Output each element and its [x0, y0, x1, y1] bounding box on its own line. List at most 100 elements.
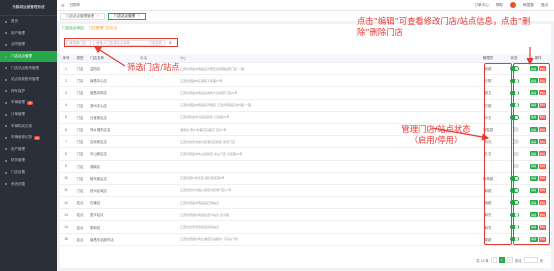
- delete-button[interactable]: 删除: [538, 66, 547, 72]
- sidebar-item[interactable]: 门店站点管理: [0, 50, 57, 63]
- status-toggle[interactable]: [509, 151, 519, 157]
- manage-store-link[interactable]: 门店管理门店站点: [89, 26, 118, 31]
- sidebar-item[interactable]: 系统设置: [0, 178, 57, 190]
- sidebar: 东鹤城运营管理系统 首页 用户管理 合同管理 门店站点管理 门店站点账号管理 站点收款账号…: [0, 0, 57, 271]
- status-toggle[interactable]: [509, 176, 519, 181]
- edit-button[interactable]: 编辑: [529, 200, 538, 206]
- delete-button[interactable]: 删除: [538, 200, 547, 206]
- delete-button[interactable]: 删除: [538, 175, 547, 181]
- cell-mgr: 韩超: [484, 188, 492, 193]
- tab-store-site[interactable]: 门店站点管理 ×: [108, 12, 147, 20]
- cell-operations: 编辑 删除: [525, 175, 551, 181]
- sidebar-item[interactable]: 门店站点账号管理: [0, 62, 57, 74]
- status-toggle[interactable]: [509, 127, 519, 132]
- status-toggle[interactable]: [509, 66, 519, 71]
- delete-button[interactable]: 删除: [538, 114, 547, 120]
- store-type-select[interactable]: 请选择门店: [66, 39, 91, 46]
- status-toggle[interactable]: [509, 236, 519, 242]
- delete-button[interactable]: 删除: [538, 224, 547, 230]
- page-1-button[interactable]: 1: [498, 257, 505, 263]
- cell-no: 5: [65, 115, 67, 120]
- tab-store-site-admin[interactable]: 门店站点管理管理 ×: [60, 12, 106, 20]
- pager-unit-label: 页: [539, 258, 543, 263]
- edit-button[interactable]: 编辑: [529, 224, 538, 230]
- sidebar-item[interactable]: 车辆维修记录 12: [0, 132, 57, 144]
- status-toggle[interactable]: [509, 163, 519, 169]
- delete-button[interactable]: 删除: [538, 163, 547, 169]
- sidebar-item[interactable]: 押车保护: [0, 86, 57, 98]
- sidebar-item[interactable]: 财务管理: [0, 155, 57, 167]
- edit-button[interactable]: 编辑: [529, 102, 538, 108]
- table-row: 10 门店 赣东新区店 江西省赣州市东区·赣东新区镇3号 胡林超 编辑 删除: [60, 173, 551, 185]
- edit-button[interactable]: 编辑: [529, 139, 538, 145]
- sidebar-item[interactable]: 站点收款账号管理: [0, 74, 57, 86]
- sidebar-item[interactable]: 用户管理: [0, 28, 57, 40]
- topbar-link-help[interactable]: 帮助: [496, 3, 503, 8]
- cell-type: 门店: [76, 91, 84, 96]
- edit-button[interactable]: 编辑: [529, 78, 538, 84]
- sidebar-item[interactable]: 门店设置: [0, 167, 57, 179]
- add-store-link[interactable]: 门店站点添加: [62, 26, 84, 31]
- search-icon[interactable]: ⌕: [169, 40, 172, 46]
- close-icon[interactable]: ×: [97, 14, 99, 18]
- prev-page-button[interactable]: ‹: [490, 257, 497, 263]
- cell-type: 站点: [76, 237, 84, 242]
- sidebar-item[interactable]: 车辆购买记录: [0, 120, 57, 132]
- status-toggle[interactable]: [509, 224, 519, 230]
- delete-button[interactable]: 删除: [538, 127, 547, 133]
- delete-button[interactable]: 删除: [538, 90, 547, 96]
- status-toggle[interactable]: [509, 212, 519, 218]
- sidebar-item-label: 订单管理: [11, 112, 25, 117]
- delete-button[interactable]: 删除: [538, 151, 547, 157]
- goto-page-input[interactable]: [523, 257, 538, 263]
- edit-button[interactable]: 编辑: [529, 114, 538, 120]
- edit-button[interactable]: 编辑: [529, 151, 538, 157]
- edit-button[interactable]: 编辑: [529, 212, 538, 218]
- topbar-username[interactable]: 韩国整: [523, 3, 534, 8]
- cell-status: [503, 236, 525, 242]
- delete-button[interactable]: 删除: [538, 187, 547, 193]
- delete-button[interactable]: 删除: [538, 102, 547, 108]
- logout-link[interactable]: 登出: [541, 3, 548, 8]
- cell-operations: 编辑 删除: [525, 163, 551, 169]
- cell-name: 南昌向阳店: [90, 91, 107, 96]
- cell-mgr: 中文: [484, 115, 492, 120]
- delete-button[interactable]: 删除: [538, 212, 547, 218]
- status-toggle[interactable]: [509, 102, 519, 108]
- avatar[interactable]: [510, 2, 517, 8]
- sidebar-item[interactable]: 订单管理: [0, 109, 57, 121]
- edit-button[interactable]: 编辑: [529, 163, 538, 169]
- status-toggle[interactable]: [509, 115, 519, 120]
- count-badge: 12: [27, 100, 34, 105]
- cell-no: 6: [65, 127, 67, 132]
- edit-button[interactable]: 编辑: [529, 236, 538, 242]
- sidebar-item[interactable]: 车辆管理 12: [0, 97, 57, 109]
- quick-links: 门店站点添加 门店管理门店站点: [62, 26, 117, 31]
- topbar-title: 已购车: [69, 2, 81, 7]
- menu-toggle-icon[interactable]: ☰: [61, 3, 65, 8]
- edit-button[interactable]: 编辑: [529, 66, 538, 72]
- next-page-button[interactable]: ›: [506, 257, 513, 263]
- sidebar-item[interactable]: 首页: [0, 16, 57, 28]
- status-toggle[interactable]: [509, 139, 519, 144]
- table-row: 3 门店 南昌向阳店 江西省南昌市南昌县向阳大道向阳门店23号 超五 编辑 删除: [60, 87, 551, 100]
- status-toggle[interactable]: [509, 90, 519, 96]
- sidebar-item[interactable]: 合同管理: [0, 39, 57, 51]
- delete-button[interactable]: 删除: [538, 139, 547, 145]
- close-icon[interactable]: ×: [138, 14, 140, 18]
- edit-button[interactable]: 编辑: [529, 90, 538, 96]
- edit-button[interactable]: 编辑: [529, 175, 538, 181]
- delete-button[interactable]: 删除: [538, 78, 547, 84]
- cell-addr: 江西省南昌市中山区新区·中山门店·分宜路12号: [180, 151, 243, 156]
- edit-button[interactable]: 编辑: [529, 187, 538, 193]
- status-toggle[interactable]: [509, 78, 519, 84]
- sidebar-item-label: 用户管理: [11, 146, 25, 151]
- status-toggle[interactable]: [509, 200, 519, 205]
- cell-mgr: 周超: [484, 237, 492, 242]
- sidebar-item[interactable]: 用户管理: [0, 144, 57, 156]
- delete-button[interactable]: 删除: [538, 236, 547, 242]
- status-toggle[interactable]: [509, 188, 519, 193]
- store-search-input[interactable]: 请输入门店或站点名称 门店名称: [93, 39, 165, 46]
- topbar-link-orders[interactable]: 订单中心: [474, 3, 488, 8]
- edit-button[interactable]: 编辑: [529, 127, 538, 133]
